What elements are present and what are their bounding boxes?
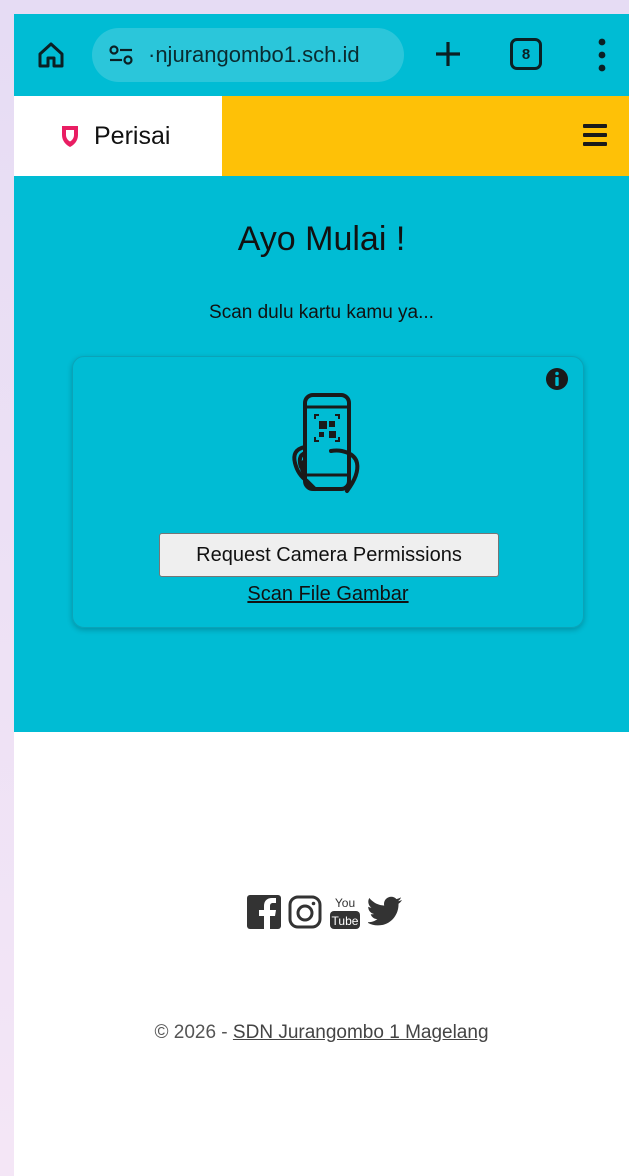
instagram-icon[interactable]: [288, 895, 322, 929]
youtube-top-label: You: [335, 896, 355, 910]
browser-toolbar: ·njurangombo1.sch.id 8: [14, 14, 629, 96]
site-footer: You Tube © 2026 - SDN Jurangombo 1 Magel…: [14, 732, 629, 1176]
header-bar: [222, 96, 629, 176]
twitter-icon[interactable]: [368, 896, 404, 928]
home-icon[interactable]: [36, 40, 66, 70]
more-options-icon[interactable]: [594, 36, 610, 74]
brand-logo[interactable]: Perisai: [14, 96, 222, 176]
copyright-prefix: © 2026 -: [154, 1022, 233, 1043]
address-bar[interactable]: ·njurangombo1.sch.id: [92, 28, 404, 82]
hero-section: Ayo Mulai ! Scan dulu kartu kamu ya... R…: [14, 176, 629, 732]
facebook-icon[interactable]: [246, 894, 282, 930]
scan-file-link[interactable]: Scan File Gambar: [73, 583, 583, 606]
tab-count: 8: [521, 45, 531, 63]
hamburger-menu-icon[interactable]: [583, 124, 607, 146]
url-text[interactable]: ·njurangombo1.sch.id: [148, 42, 388, 68]
youtube-bottom-label: Tube: [332, 914, 359, 928]
qr-scanner-card: Request Camera Permissions Scan File Gam…: [72, 356, 584, 628]
brand-name: Perisai: [94, 121, 171, 150]
copyright-text: © 2026 - SDN Jurangombo 1 Magelang: [14, 1022, 629, 1044]
youtube-icon[interactable]: You Tube: [328, 892, 362, 932]
social-links: You Tube: [246, 892, 404, 932]
tab-switcher-button[interactable]: 8: [510, 38, 542, 70]
info-icon[interactable]: [545, 367, 569, 391]
new-tab-icon[interactable]: [430, 36, 466, 72]
page-subtitle: Scan dulu kartu kamu ya...: [209, 302, 434, 323]
request-camera-permissions-button[interactable]: Request Camera Permissions: [159, 533, 499, 577]
page-title: Ayo Mulai !: [237, 220, 406, 258]
school-link[interactable]: SDN Jurangombo 1 Magelang: [233, 1022, 489, 1043]
shield-icon: [62, 126, 78, 147]
site-header: Perisai: [14, 96, 629, 176]
browser-viewport: ·njurangombo1.sch.id 8 Perisai Ayo Mulai…: [14, 14, 629, 1176]
phone-qr-scan-icon: [292, 393, 360, 493]
site-settings-icon[interactable]: [108, 45, 134, 65]
